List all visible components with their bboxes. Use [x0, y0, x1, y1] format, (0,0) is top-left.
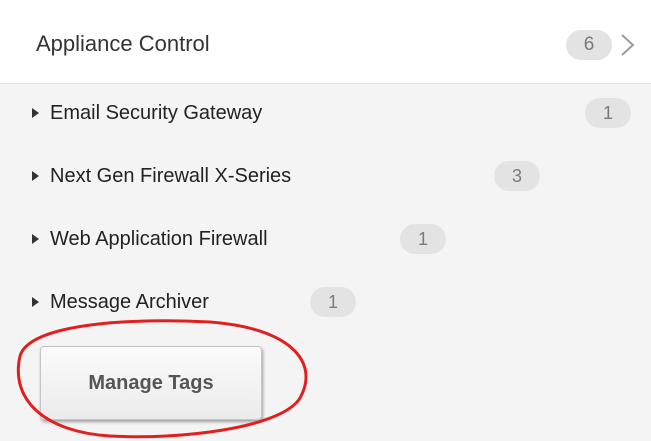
tree-item-label: Next Gen Firewall X-Series	[50, 165, 292, 187]
count-badge: 3	[494, 161, 540, 191]
count-badge: 1	[585, 98, 631, 128]
tree-item-label: Email Security Gateway	[50, 102, 263, 124]
manage-tags-button[interactable]: Manage Tags	[40, 346, 262, 420]
count-badge: 1	[310, 287, 356, 317]
chevron-right-icon[interactable]	[617, 33, 639, 57]
tree-item-label: Message Archiver	[50, 291, 209, 313]
triangle-right-icon[interactable]	[32, 297, 39, 307]
tree-item-web-application-firewall[interactable]: Web Application Firewall 1	[0, 218, 651, 262]
appliance-control-panel: Appliance Control 6 Email Security Gatew…	[0, 0, 651, 441]
tree-item-message-archiver[interactable]: Message Archiver 1	[0, 281, 651, 325]
triangle-right-icon[interactable]	[32, 171, 39, 181]
count-badge: 1	[400, 224, 446, 254]
tree-item-next-gen-firewall-x-series[interactable]: Next Gen Firewall X-Series 3	[0, 155, 651, 199]
panel-header[interactable]: Appliance Control 6	[0, 0, 651, 84]
tree-item-email-security-gateway[interactable]: Email Security Gateway 1	[0, 92, 651, 136]
panel-count-badge: 6	[566, 30, 612, 60]
panel-title: Appliance Control	[36, 31, 210, 56]
tree-item-label: Web Application Firewall	[50, 228, 268, 250]
triangle-right-icon[interactable]	[32, 108, 39, 118]
triangle-right-icon[interactable]	[32, 234, 39, 244]
